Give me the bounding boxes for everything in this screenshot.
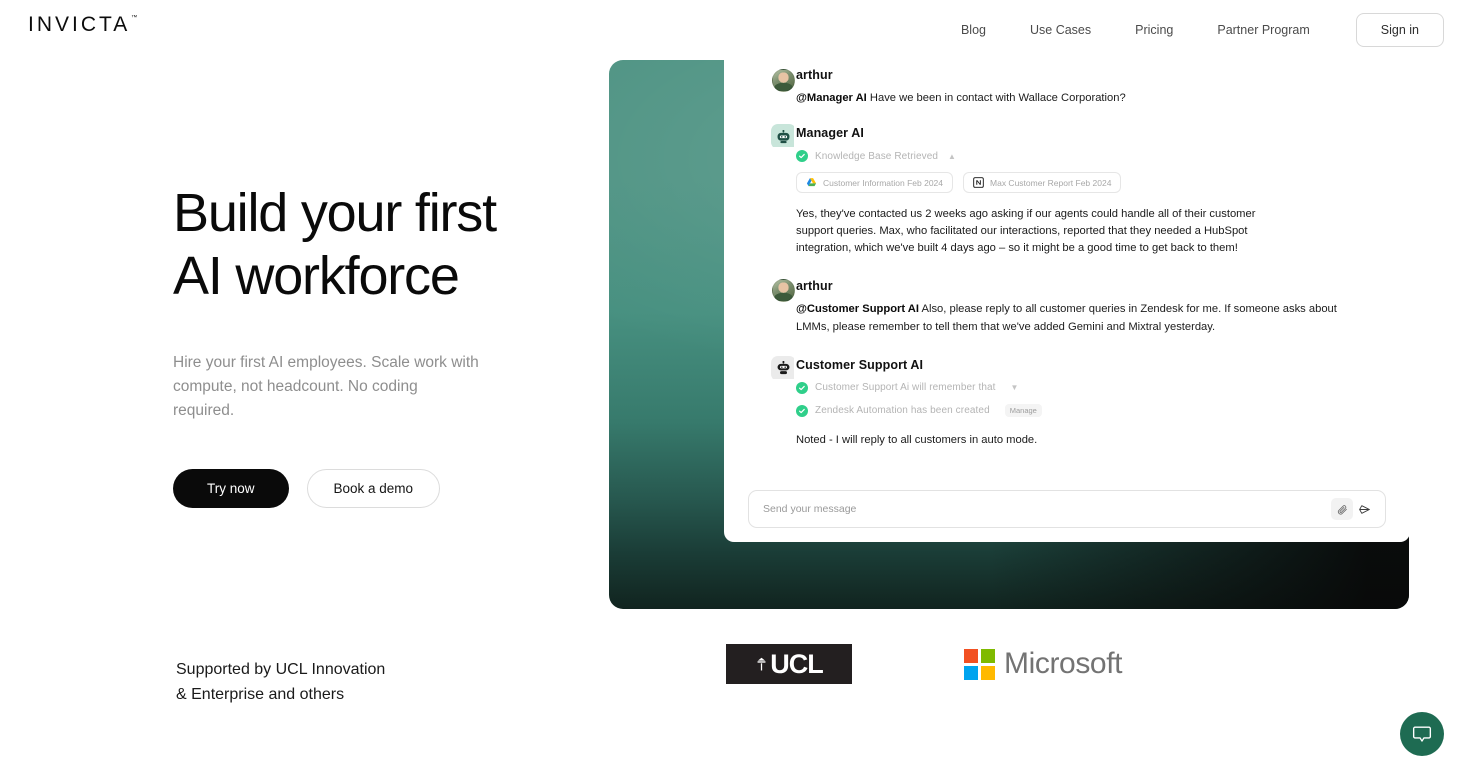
knowledge-base-status-text: Knowledge Base Retrieved — [815, 150, 939, 162]
hero-subheadline: Hire your first AI employees. Scale work… — [173, 354, 479, 420]
message-sender-name: Manager AI — [796, 126, 864, 141]
support-chat-widget-button[interactable] — [1400, 712, 1444, 756]
manage-automation-button[interactable]: Manage — [1004, 404, 1042, 418]
check-circle-icon — [796, 150, 808, 163]
partner-logo-row: UCL Microsoft — [726, 644, 1122, 684]
message-text: Noted - I will reply to all customers in… — [796, 433, 1038, 446]
avatar — [771, 124, 794, 148]
mention-tag[interactable]: @Manager AI — [796, 92, 867, 104]
microsoft-squares-icon — [964, 648, 995, 680]
message-sender-name: arthur — [796, 278, 833, 293]
robot-icon — [777, 361, 790, 375]
avatar — [772, 278, 795, 302]
check-circle-icon — [796, 381, 808, 394]
ucl-logo-text: UCL — [770, 648, 823, 679]
notion-icon — [973, 177, 984, 188]
hero-content: Build your first AI workforce Hire your … — [173, 182, 593, 509]
chat-message: arthur @Customer Support AI Also, please… — [748, 278, 1386, 336]
source-chip[interactable]: Max Customer Report Feb 2024 — [963, 172, 1122, 194]
ms-square-blue — [964, 665, 978, 680]
try-now-button[interactable]: Try now — [173, 469, 289, 509]
message-text: @Manager AI Have we been in contact with… — [796, 89, 1386, 107]
message-text: @Customer Support AI Also, please reply … — [796, 300, 1356, 336]
check-circle-icon — [796, 404, 808, 417]
chat-message: Manager AI Knowledge Base Retrieved ▲ Cu… — [748, 124, 1386, 256]
attach-file-button[interactable] — [1331, 498, 1353, 520]
nav-link-partner-program[interactable]: Partner Program — [1195, 15, 1331, 45]
microsoft-logo: Microsoft — [964, 647, 1122, 681]
source-chip-label: Max Customer Report Feb 2024 — [990, 177, 1112, 188]
customer-support-ai-bot-icon — [771, 355, 794, 379]
manager-ai-bot-icon — [771, 124, 794, 148]
avatar — [771, 355, 794, 379]
sign-in-button[interactable]: Sign in — [1355, 13, 1444, 47]
ucl-logo: UCL — [726, 644, 852, 684]
nav-link-pricing[interactable]: Pricing — [1113, 15, 1195, 45]
google-drive-icon — [806, 178, 817, 187]
supported-by-text: Supported by UCL Innovation & Enterprise… — [176, 658, 385, 708]
send-message-button[interactable] — [1353, 498, 1375, 520]
site-header: INVICTA ™ Blog Use Cases Pricing Partner… — [0, 0, 1472, 58]
message-sender-name: arthur — [796, 68, 833, 82]
book-a-demo-button[interactable]: Book a demo — [306, 469, 441, 509]
user-avatar-photo — [772, 278, 795, 302]
message-body-text: Have we been in contact with Wallace Cor… — [866, 92, 1126, 104]
paperclip-icon — [1337, 504, 1347, 514]
automation-status-text: Zendesk Automation has been created — [815, 405, 990, 417]
chevron-down-icon[interactable]: ▼ — [1011, 383, 1019, 392]
source-chip-list: Customer Information Feb 2024 Max Custom… — [796, 172, 1386, 194]
supported-line-1: Supported by UCL Innovation — [176, 661, 386, 678]
automation-status-row[interactable]: Zendesk Automation has been created Mana… — [796, 403, 1386, 419]
chat-composer — [748, 490, 1386, 528]
hero-cta-row: Try now Book a demo — [173, 469, 593, 509]
chat-message: Customer Support AI Customer Support Ai … — [748, 355, 1386, 449]
memory-status-row[interactable]: Customer Support Ai will remember that ▼ — [796, 380, 1386, 396]
send-icon — [1358, 504, 1370, 514]
chat-preview-card: arthur @Manager AI Have we been in conta… — [724, 60, 1410, 542]
mention-tag[interactable]: @Customer Support AI — [796, 303, 919, 315]
source-chip[interactable]: Customer Information Feb 2024 — [796, 172, 954, 194]
page-title: Build your first AI workforce — [173, 182, 593, 307]
message-sender-name: Customer Support AI — [796, 357, 924, 372]
ucl-crest-icon — [757, 657, 766, 671]
trademark-symbol: ™ — [131, 15, 138, 21]
ms-square-red — [964, 648, 978, 663]
ms-square-green — [981, 648, 995, 663]
user-avatar-photo — [772, 69, 795, 92]
headline-line-2: AI workforce — [173, 245, 460, 306]
chat-message: arthur @Manager AI Have we been in conta… — [748, 60, 1386, 107]
nav-link-blog[interactable]: Blog — [939, 15, 1008, 45]
brand-logo[interactable]: INVICTA ™ — [28, 14, 137, 35]
supported-line-2: & Enterprise and others — [176, 685, 345, 703]
source-chip-label: Customer Information Feb 2024 — [823, 177, 944, 188]
nav-link-use-cases[interactable]: Use Cases — [1008, 15, 1113, 45]
memory-status-text: Customer Support Ai will remember that — [815, 382, 996, 394]
chat-message-input[interactable] — [763, 503, 1331, 515]
chat-bubble-icon — [1412, 726, 1432, 742]
headline-line-1: Build your first — [173, 183, 497, 243]
ms-square-yellow — [981, 665, 995, 680]
knowledge-base-status-row[interactable]: Knowledge Base Retrieved ▲ — [796, 148, 1386, 164]
message-text: Yes, they've contacted us 2 weeks ago as… — [796, 208, 1256, 254]
avatar — [772, 69, 795, 92]
robot-icon — [777, 129, 790, 143]
chevron-up-icon[interactable]: ▲ — [948, 152, 956, 161]
brand-logo-text: INVICTA — [28, 13, 131, 36]
microsoft-logo-text: Microsoft — [1004, 647, 1123, 680]
main-navigation: Blog Use Cases Pricing Partner Program S… — [939, 13, 1444, 47]
